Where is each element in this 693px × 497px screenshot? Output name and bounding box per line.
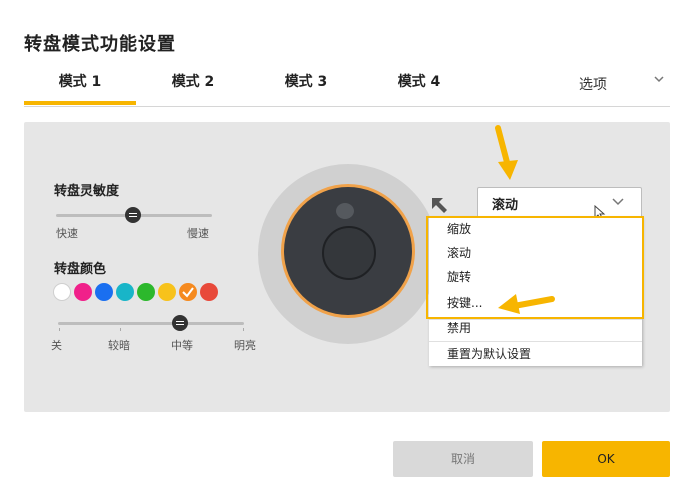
checkmark-icon [182, 287, 194, 298]
ok-button[interactable]: OK [542, 441, 670, 477]
sensitivity-min-label: 快速 [56, 227, 78, 240]
menu-item-reset-default[interactable]: 重置为默认设置 [429, 342, 642, 366]
function-dropdown[interactable]: 滚动 [477, 187, 642, 219]
callout-arrow-left-icon [498, 294, 555, 314]
dial-center-button [322, 226, 376, 280]
mode-tabs: 模式 1 模式 2 模式 3 模式 4 选项 [24, 66, 670, 107]
color-swatch-orange-selected[interactable] [179, 283, 197, 301]
menu-item-disable[interactable]: 禁用 [429, 316, 642, 340]
brightness-label-dim: 较暗 [108, 339, 130, 352]
arrow-up-left-icon [432, 198, 447, 213]
tab-mode-1[interactable]: 模式 1 [24, 70, 136, 105]
color-swatch-red[interactable] [200, 283, 218, 301]
color-swatch-white[interactable] [53, 283, 71, 301]
tab-mode-2[interactable]: 模式 2 [137, 70, 249, 102]
brightness-tick [120, 328, 121, 331]
color-swatch-cyan[interactable] [116, 283, 134, 301]
page-title: 转盘模式功能设置 [24, 34, 176, 55]
cancel-button[interactable]: 取消 [393, 441, 533, 477]
brightness-slider-thumb[interactable] [172, 315, 188, 331]
sensitivity-label: 转盘灵敏度 [54, 184, 120, 199]
color-swatch-green[interactable] [137, 283, 155, 301]
brightness-label-off: 关 [51, 339, 62, 352]
chevron-down-icon[interactable] [612, 197, 624, 207]
options-dropdown-label[interactable]: 选项 [579, 74, 607, 94]
chevron-down-icon[interactable] [654, 74, 664, 84]
color-swatch-blue[interactable] [95, 283, 113, 301]
tab-mode-3[interactable]: 模式 3 [250, 70, 362, 102]
brightness-tick [243, 328, 244, 331]
brightness-tick [59, 328, 60, 331]
dial-top-knob [336, 203, 354, 219]
color-swatch-pink[interactable] [74, 283, 92, 301]
function-dropdown-value: 滚动 [492, 198, 519, 213]
callout-arrow-down-icon [495, 125, 518, 180]
sensitivity-slider-thumb[interactable] [125, 207, 141, 223]
brightness-label-medium: 中等 [171, 339, 193, 352]
color-label: 转盘颜色 [54, 262, 107, 277]
brightness-label-bright: 明亮 [234, 339, 256, 352]
brightness-track[interactable] [58, 322, 244, 325]
color-swatch-yellow[interactable] [158, 283, 176, 301]
tab-mode-4[interactable]: 模式 4 [363, 70, 475, 102]
sensitivity-max-label: 慢速 [187, 227, 209, 240]
